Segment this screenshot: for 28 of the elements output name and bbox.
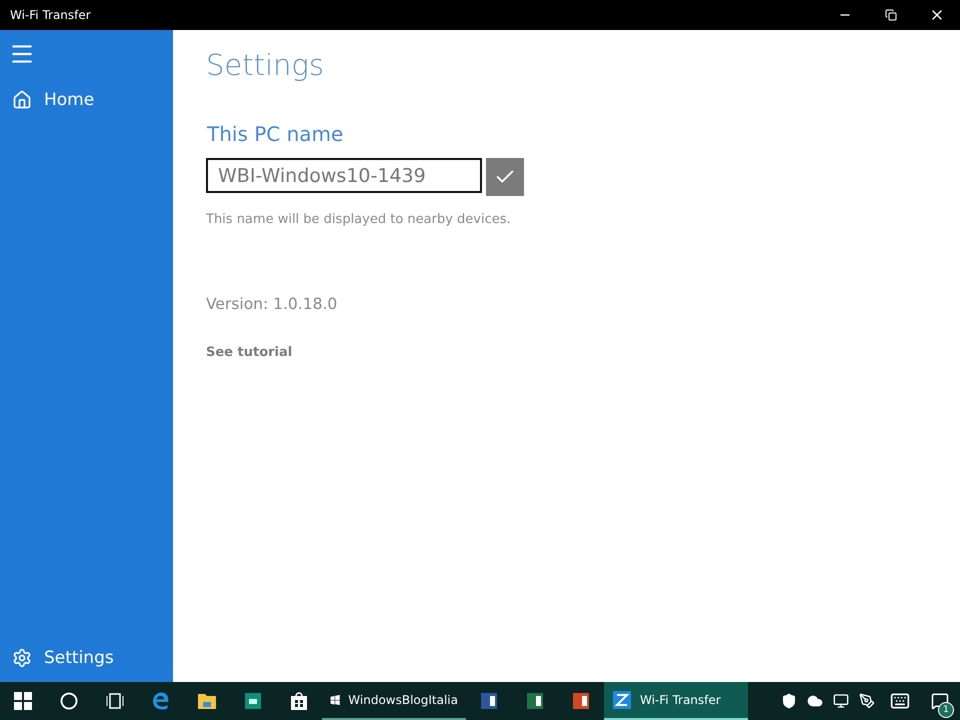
notification-badge: 1 xyxy=(938,702,954,718)
nav-item[interactable]: Home xyxy=(0,76,173,124)
store-bag-icon[interactable] xyxy=(289,691,309,711)
windows-logo-icon xyxy=(14,692,32,710)
circle-icon xyxy=(60,692,78,710)
notification-icon[interactable] xyxy=(931,692,949,710)
nav-item[interactable]: Settings xyxy=(0,634,173,682)
name-field[interactable]: WBI-Windows10-1439 xyxy=(206,158,482,193)
app-logo-icon xyxy=(612,690,632,710)
settings-icon xyxy=(12,648,32,668)
tutorial-link[interactable]: See tutorial xyxy=(206,345,292,360)
confirm-button[interactable] xyxy=(486,158,524,196)
task-view-icon xyxy=(105,693,125,709)
app-icon[interactable] xyxy=(243,691,263,711)
hint-text: This name will be displayed to nearby devices. xyxy=(206,212,511,227)
taskbar-app[interactable]: Wi-Fi Transfer xyxy=(604,682,748,720)
folder-icon[interactable] xyxy=(197,692,217,710)
version-text: Version: 1.0.18.0 xyxy=(206,295,338,313)
taskbar-app[interactable]: WindowsBlogItalia xyxy=(322,682,466,720)
slides-icon[interactable] xyxy=(571,691,591,711)
restore-icon xyxy=(885,9,897,21)
home-icon xyxy=(12,90,32,110)
browser-icon[interactable] xyxy=(151,691,171,711)
window-title: Wi-Fi Transfer xyxy=(9,8,92,22)
spreadsheet-icon[interactable] xyxy=(525,691,545,711)
section-title: This PC name xyxy=(207,122,344,146)
page-heading: Settings xyxy=(206,48,324,82)
document-icon[interactable] xyxy=(479,691,499,711)
